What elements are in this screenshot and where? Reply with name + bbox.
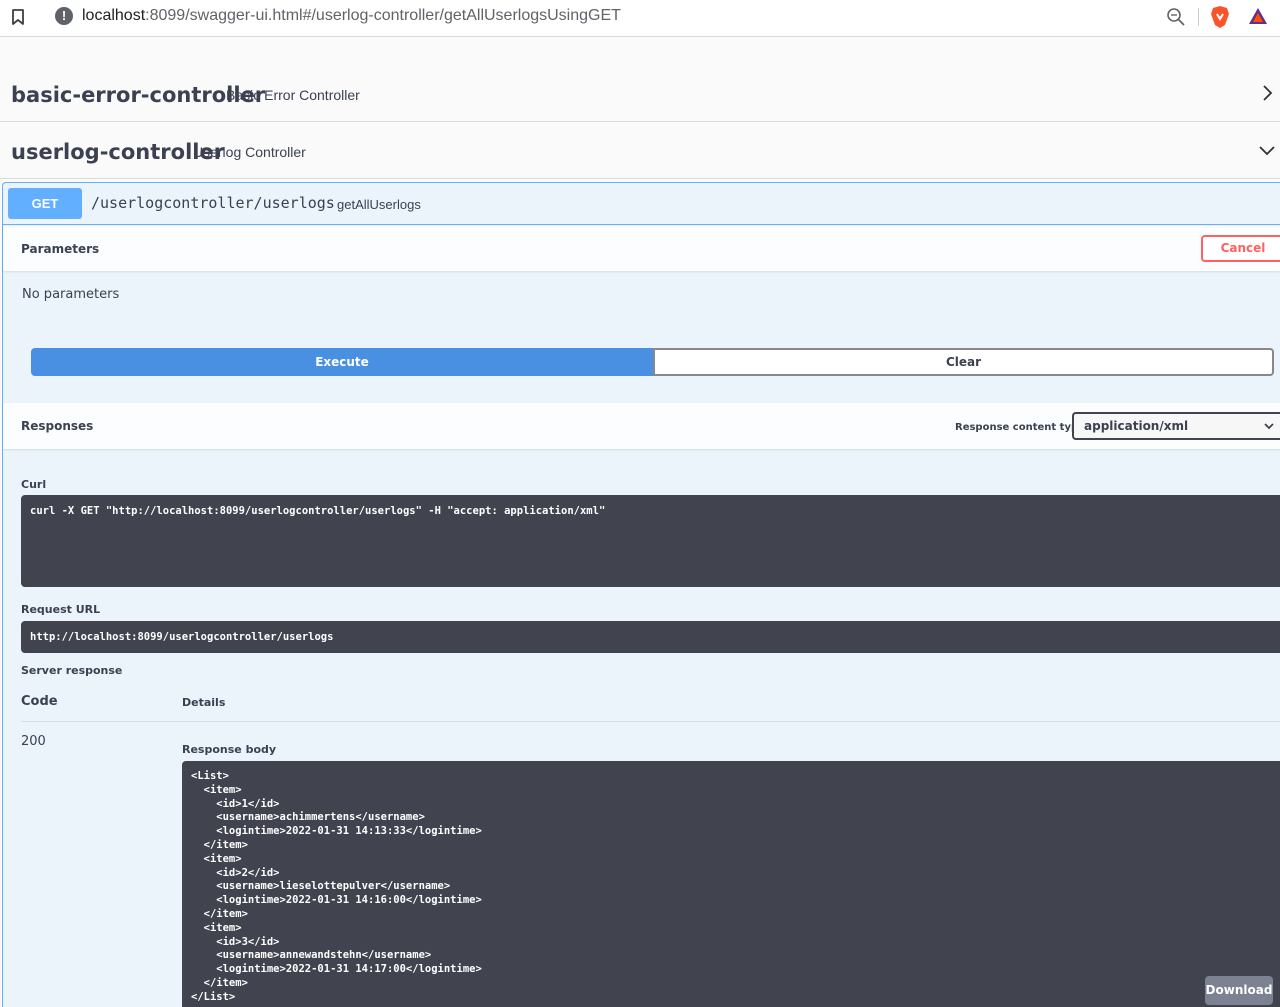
cancel-button[interactable]: Cancel [1201,235,1280,262]
site-info-icon[interactable]: ! [55,7,73,25]
parameters-title: Parameters [21,242,100,256]
curl-command: curl -X GET "http://localhost:8099/userl… [21,495,1280,587]
execute-button[interactable]: Execute [31,348,653,376]
chevron-down-icon[interactable] [1258,142,1276,160]
operation-summary-text: getAllUserlogs [337,197,421,212]
operation-path: /userlogcontroller/userlogs [91,194,335,212]
controller-description: Userlog Controller [193,144,306,160]
server-response-label: Server response [21,664,123,677]
chevron-right-icon[interactable] [1258,84,1276,102]
response-body-label: Response body [182,743,277,756]
brave-shields-icon[interactable] [1210,5,1230,29]
code-column-header: Code [21,694,58,709]
curl-label: Curl [21,478,47,491]
operation-block-get: GET /userlogcontroller/userlogs getAllUs… [2,182,1280,1007]
address-bar[interactable]: localhost:8099/swagger-ui.html#/userlog-… [82,7,621,25]
request-url-label: Request URL [21,603,101,616]
table-divider [21,721,1280,722]
response-body[interactable]: <List> <item> <id>1</id> <username>achim… [182,761,1280,1007]
download-button[interactable]: Download [1205,976,1273,1005]
response-status-code: 200 [21,734,46,749]
clear-button[interactable]: Clear [653,348,1274,376]
response-content-type-label: Response content type [955,422,1085,433]
operation-summary[interactable]: GET /userlogcontroller/userlogs getAllUs… [3,183,1280,225]
controller-userlog[interactable]: userlog-controller Userlog Controller [0,122,1280,179]
controller-description: Basic Error Controller [226,87,360,103]
response-content-type-select[interactable]: application/xml [1072,412,1280,440]
zoom-icon[interactable] [1166,7,1186,27]
browser-toolbar: ! localhost:8099/swagger-ui.html#/userlo… [0,0,1280,37]
request-url-value: http://localhost:8099/userlogcontroller/… [21,621,1280,653]
toolbar-separator [1198,8,1199,26]
selected-content-type: application/xml [1084,419,1189,433]
controller-basic-error[interactable]: basic-error-controller Basic Error Contr… [0,64,1280,122]
http-method-badge: GET [8,188,82,219]
responses-header: Responses Response content type applicat… [3,403,1280,449]
url-host: localhost [82,7,146,24]
parameters-header: Parameters Cancel [3,226,1280,271]
url-path: :8099/swagger-ui.html#/userlog-controlle… [145,7,621,24]
bookmark-icon[interactable] [10,8,26,26]
chevron-down-icon [1264,423,1274,430]
no-parameters-text: No parameters [22,287,120,302]
details-column-header: Details [182,696,226,709]
responses-title: Responses [21,419,94,433]
brave-rewards-icon[interactable] [1248,7,1268,25]
